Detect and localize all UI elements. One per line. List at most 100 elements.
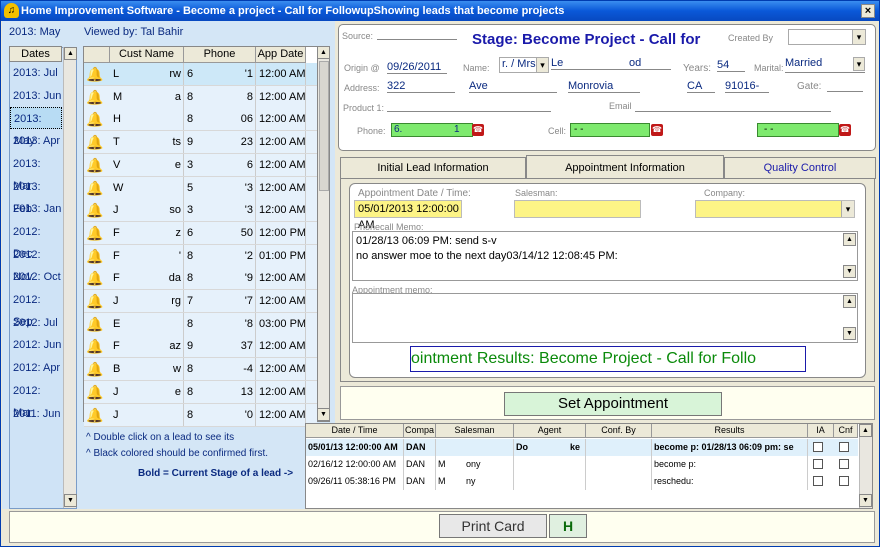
hist-col-results[interactable]: Results [652,424,808,438]
memo-scroll-up-icon[interactable]: ▲ [843,233,856,246]
lead-row[interactable]: 🔔 Bw 8 -4 12:00 AM [84,358,317,382]
cnf-checkbox[interactable] [839,459,849,469]
ia-checkbox[interactable] [813,476,823,486]
date-item[interactable]: 2013: Apr [10,130,62,152]
lead-row[interactable]: 🔔 Tts 9 23 12:00 AM [84,131,317,155]
company-select[interactable]: ▾ [695,200,855,218]
date-item[interactable]: 2013: Jun [10,85,62,107]
lead-row[interactable]: 🔔 Jrg 7'7 12:00 AM [84,290,317,313]
cell-field[interactable]: - - [570,123,650,137]
other-phone-call-icon[interactable]: ☎ [839,124,851,136]
print-card-button[interactable]: Print Card [439,514,547,538]
lead-row[interactable]: 🔔 Ve 3 6 12:00 AM [84,153,317,177]
origin-field[interactable]: 09/26/2011 [387,61,447,74]
phone-call-icon[interactable]: ☎ [472,124,484,136]
created-by-select[interactable]: ▾ [788,29,866,45]
tab-quality-control[interactable]: Quality Control [724,157,876,179]
date-item[interactable]: 2012: Nov [10,244,62,283]
lead-row[interactable]: 🔔 Fz 6 50 12:00 PM [84,221,317,245]
leads-scrollbar[interactable]: ▲ ▼ [317,46,330,422]
hist-col-salesman[interactable]: Salesman [436,424,514,438]
leads-scroll-up-icon[interactable]: ▲ [317,46,330,59]
hist-col-cnf[interactable]: Cnf [834,424,858,438]
date-item[interactable]: 2012: Sep [10,289,62,328]
state-field[interactable]: CA [687,80,715,93]
source-field[interactable] [377,39,457,40]
lead-row[interactable]: 🔔 Fda 8'9 12:00 AM [84,267,317,291]
lead-row[interactable]: 🔔 J 8'0 12:00 AM [84,403,317,427]
close-button[interactable]: × [861,4,875,18]
lead-row[interactable]: 🔔 Ma 8 8 12:00 AM [84,85,317,109]
ia-checkbox[interactable] [813,459,823,469]
lead-row[interactable]: 🔔 Je 8 13 12:00 AM [84,380,317,404]
lead-row[interactable]: 🔔 H 8 06 12:00 AM [84,108,317,132]
date-item[interactable]: 2012: Mar [10,380,62,419]
tab-appointment[interactable]: Appointment Information [526,155,724,179]
col-phone[interactable]: Phone [184,47,256,63]
phone-field[interactable]: 6. 1 [391,123,473,137]
title-select[interactable]: r. / Mrs. ▾ [499,57,549,73]
appt-date-field[interactable]: 05/01/2013 12:00:00 AM [354,200,462,231]
history-scrollbar[interactable]: ▲ ▼ [859,424,872,508]
date-item[interactable]: 2011: Jun [10,403,62,425]
product-field[interactable] [387,111,551,112]
hist-scroll-up-icon[interactable]: ▲ [859,424,872,437]
lead-row[interactable]: 🔔 Faz 9 37 12:00 AM [84,335,317,359]
hist-col-ia[interactable]: IA [808,424,834,438]
ia-checkbox[interactable] [813,442,823,452]
appt-memo-scroll-up-icon[interactable]: ▲ [843,295,856,308]
lead-row[interactable]: 🔔 Lrw 6'1 12:00 AM [84,63,317,86]
col-app-date[interactable]: App Date [256,47,306,63]
date-item[interactable]: 2013: Feb [10,176,62,215]
zip-field[interactable]: 91016- [725,80,769,93]
hist-scroll-down-icon[interactable]: ▼ [859,494,872,507]
leads-grid[interactable]: Cust Name Phone App Date 🔔 Lrw 6'1 12:00 AM… [83,46,318,427]
date-item[interactable]: 2013: Mar [10,153,62,192]
years-field[interactable]: 54 [717,59,745,72]
gate-field[interactable] [827,91,863,92]
salesman-field[interactable] [514,200,641,218]
other-phone-field[interactable]: - - [757,123,839,137]
leads-scroll-thumb[interactable] [319,61,329,191]
date-item[interactable]: 2012: Jul [10,312,62,334]
scroll-down-icon[interactable]: ▼ [64,494,77,507]
set-appointment-button[interactable]: Set Appointment [504,392,722,416]
lead-row[interactable]: 🔔 Jso 3'3 12:00 AM [84,199,317,223]
appointment-memo[interactable]: ▲ ▼ [352,293,858,343]
col-cust-name[interactable]: Cust Name [110,47,184,63]
last-name-field[interactable]: od [629,57,641,69]
dates-scrollbar[interactable]: ▲ ▼ [63,47,77,508]
date-item[interactable]: 2013: May [10,107,62,147]
scroll-up-icon[interactable]: ▲ [64,47,77,60]
memo-scroll-down-icon[interactable]: ▼ [843,265,856,278]
h-button[interactable]: H [549,514,587,538]
history-row[interactable]: 09/26/11 05:38:16 PM DAN Mny reschedu: [306,473,858,490]
created-by-dropdown-icon[interactable]: ▾ [852,30,865,44]
lead-row[interactable]: 🔔 E 8'8 03:00 PM [84,312,317,336]
dates-header[interactable]: Dates [9,46,62,62]
date-item[interactable]: 2012: Dec [10,221,62,260]
date-item[interactable]: 2013: Jan [10,198,62,220]
hist-col-agent[interactable]: Agent [514,424,586,438]
first-name-field[interactable]: Le [551,57,671,70]
date-item[interactable]: 2012: Oct [10,266,62,288]
title-dropdown-icon[interactable]: ▾ [536,58,548,72]
phonecall-memo[interactable]: 01/28/13 06:09 PM: send s-v no answer mo… [352,231,858,281]
hist-col-date[interactable]: Date / Time [306,424,404,438]
address-number-field[interactable]: 322 [387,80,455,93]
hist-col-conf-by[interactable]: Conf. By [586,424,652,438]
history-grid[interactable]: Date / Time Compa Salesman Agent Conf. B… [305,423,873,509]
history-row[interactable]: 02/16/12 12:00:00 AM DAN Mony become p: [306,456,858,473]
tab-initial-lead[interactable]: Initial Lead Information [340,157,526,179]
leads-scroll-down-icon[interactable]: ▼ [317,408,330,421]
lead-row[interactable]: 🔔 F ' 8'2 01:00 PM [84,244,317,268]
date-item[interactable]: 2013: Jul [10,62,62,84]
lead-row[interactable]: 🔔 W 5'3 12:00 AM [84,176,317,200]
company-dropdown-icon[interactable]: ▾ [841,201,854,217]
cell-call-icon[interactable]: ☎ [651,124,663,136]
address-street-field[interactable]: Ave [469,80,557,93]
hist-col-company[interactable]: Compa [404,424,436,438]
date-item[interactable]: 2012: Apr [10,357,62,379]
cnf-checkbox[interactable] [839,442,849,452]
history-row[interactable]: 05/01/13 12:00:00 AM DAN Do ke become p: 01/… [306,439,858,456]
